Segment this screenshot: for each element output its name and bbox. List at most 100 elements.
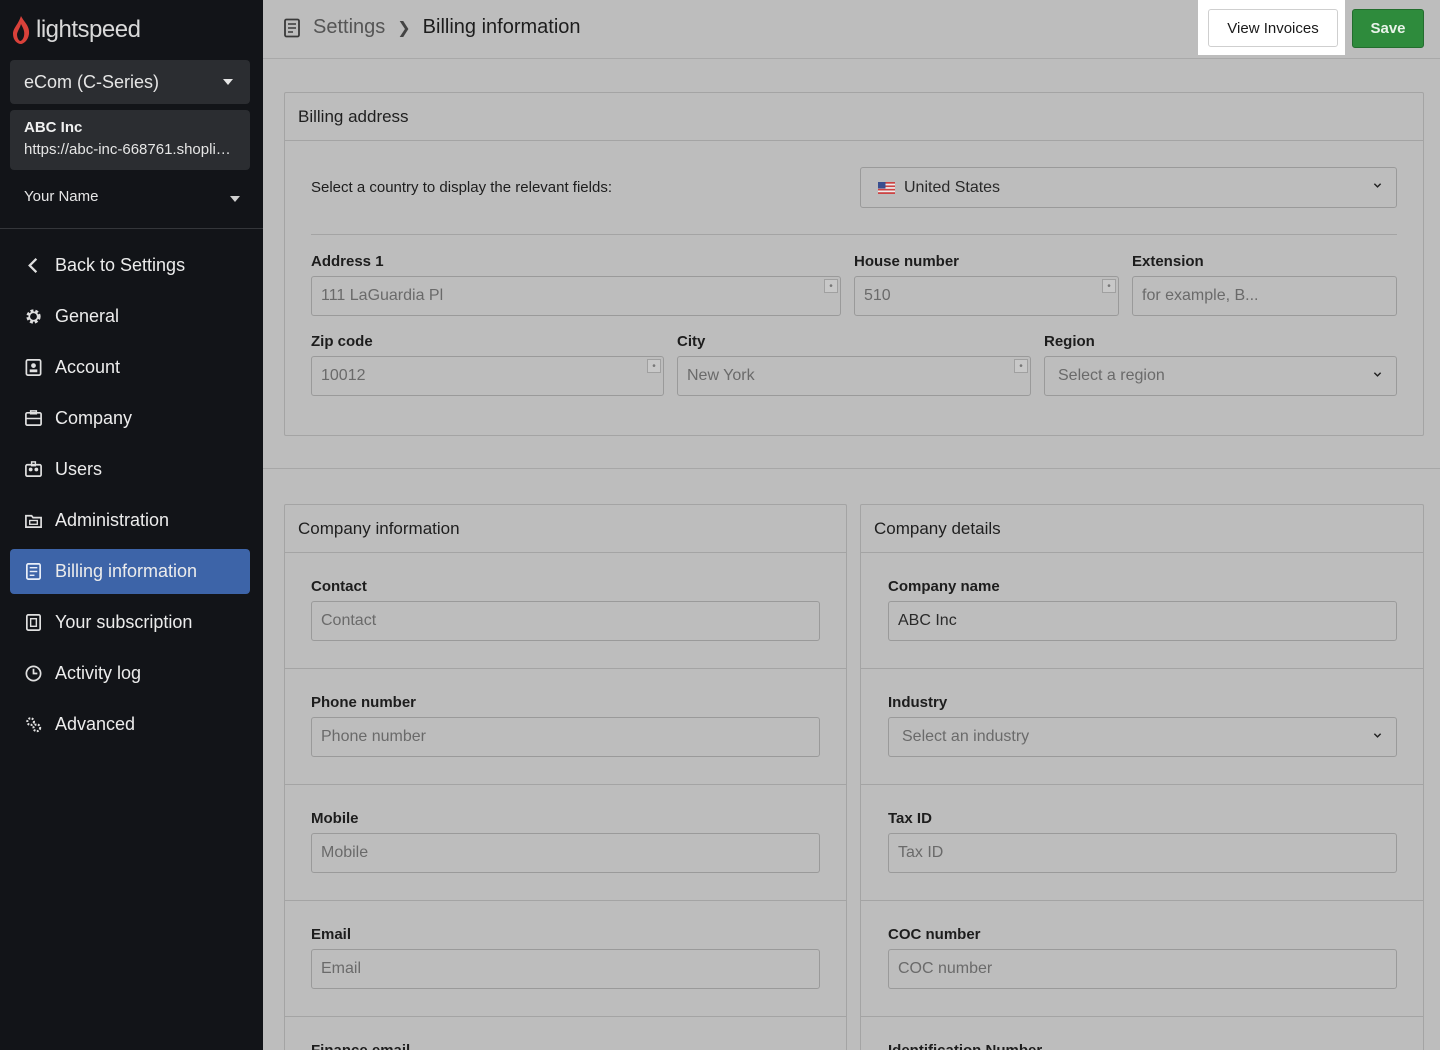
zip-code-input[interactable]: 10012 •: [311, 356, 664, 396]
coc-number-label: COC number: [888, 926, 981, 943]
sidebar-item-label: Billing information: [55, 561, 198, 581]
shop-name: ABC Inc: [24, 119, 83, 136]
save-button[interactable]: Save: [1352, 9, 1424, 48]
phone-input[interactable]: Phone number: [311, 717, 820, 757]
sidebar-item-advanced[interactable]: Advanced: [10, 702, 250, 747]
chevron-left-icon: [23, 256, 43, 276]
company-icon: [23, 409, 43, 429]
sidebar-item-billing-information[interactable]: Billing information: [10, 549, 250, 594]
email-input[interactable]: Email: [311, 949, 820, 989]
caret-down-icon: [230, 196, 240, 202]
panel-title: Company information: [285, 505, 846, 553]
company-details-panel: Company details Company name ABC Inc Ind…: [860, 504, 1424, 1050]
row-divider: [285, 784, 846, 785]
sidebar-item-label: Activity log: [55, 663, 142, 683]
billing-icon: [284, 18, 300, 37]
country-prompt: Select a country to display the relevant…: [311, 179, 612, 196]
panel-title: Billing address: [285, 93, 1423, 141]
city-input[interactable]: New York •: [677, 356, 1031, 396]
account-icon: [23, 358, 43, 378]
tax-id-placeholder: Tax ID: [898, 844, 944, 861]
sidebar-item-users[interactable]: Users: [10, 447, 250, 492]
mobile-placeholder: Mobile: [321, 844, 369, 861]
sidebar-item-label: Back to Settings: [55, 255, 186, 275]
city-placeholder: New York: [687, 367, 755, 384]
contact-placeholder: Contact: [321, 612, 377, 629]
tax-id-input[interactable]: Tax ID: [888, 833, 1397, 873]
section-separator: [263, 468, 1440, 469]
sidebar-item-label: Administration: [55, 510, 170, 530]
sidebar-item-label: Your subscription: [55, 612, 193, 632]
mobile-input[interactable]: Mobile: [311, 833, 820, 873]
sidebar-divider: [0, 228, 263, 229]
contact-label: Contact: [311, 578, 367, 595]
us-flag-icon: [878, 181, 895, 194]
company-name-label: Company name: [888, 578, 1000, 595]
company-name-input[interactable]: ABC Inc: [888, 601, 1397, 641]
clock-icon: [23, 664, 43, 684]
shop-url[interactable]: https://abc-inc-668761.shoplightspeed.co…: [24, 141, 236, 158]
sidebar-item-your-subscription[interactable]: Your subscription: [10, 600, 250, 645]
tax-id-label: Tax ID: [888, 810, 932, 827]
address1-input[interactable]: 111 LaGuardia Pl •: [311, 276, 841, 316]
row-divider: [861, 784, 1423, 785]
user-name: Your Name: [24, 188, 99, 205]
region-select[interactable]: Select a region: [1044, 356, 1397, 396]
view-invoices-button[interactable]: View Invoices: [1208, 9, 1338, 47]
section-divider: [311, 234, 1397, 235]
region-label: Region: [1044, 333, 1095, 350]
chevron-down-icon: [1373, 733, 1382, 738]
coc-number-placeholder: COC number: [898, 960, 993, 977]
contact-input[interactable]: Contact: [311, 601, 820, 641]
autofill-icon: •: [1014, 359, 1028, 373]
finance-email-label: Finance email: [311, 1042, 410, 1050]
autofill-icon: •: [1102, 279, 1116, 293]
caret-down-icon: [223, 79, 233, 85]
settings-nav: Back to Settings General Account Company…: [10, 243, 250, 753]
sidebar-item-back-to-settings[interactable]: Back to Settings: [10, 243, 250, 288]
extension-input[interactable]: for example, B...: [1132, 276, 1397, 316]
breadcrumb: Settings ❯ Billing information: [283, 16, 581, 39]
address1-placeholder: 111 LaGuardia Pl: [321, 287, 444, 304]
lightspeed-logo[interactable]: lightspeed: [10, 14, 141, 46]
row-divider: [285, 668, 846, 669]
house-number-label: House number: [854, 253, 960, 270]
gear-icon: [23, 307, 43, 327]
advanced-gears-icon: [23, 715, 43, 735]
chevron-down-icon: [1373, 183, 1382, 188]
house-number-input[interactable]: 510 •: [854, 276, 1119, 316]
region-placeholder: Select a region: [1058, 367, 1165, 384]
sidebar-item-administration[interactable]: Administration: [10, 498, 250, 543]
billing-address-panel: Billing address Select a country to disp…: [284, 92, 1424, 436]
environment-label: eCom (C-Series): [24, 71, 160, 92]
sidebar-item-label: General: [55, 306, 120, 326]
country-select[interactable]: United States: [860, 167, 1397, 208]
users-icon: [23, 460, 43, 480]
sidebar: lightspeed eCom (C-Series) ABC Inc https…: [0, 0, 263, 1050]
sidebar-item-general[interactable]: General: [10, 294, 250, 339]
autofill-icon: •: [824, 279, 838, 293]
company-information-panel: Company information Contact Contact Phon…: [284, 504, 847, 1050]
shop-card[interactable]: ABC Inc https://abc-inc-668761.shoplight…: [10, 110, 250, 170]
extension-label: Extension: [1132, 253, 1204, 270]
user-menu[interactable]: Your Name: [24, 188, 242, 210]
page-header: Settings ❯ Billing information View Invo…: [263, 0, 1440, 59]
sidebar-item-account[interactable]: Account: [10, 345, 250, 390]
phone-label: Phone number: [311, 694, 417, 711]
coc-number-input[interactable]: COC number: [888, 949, 1397, 989]
industry-select[interactable]: Select an industry: [888, 717, 1397, 757]
subscription-icon: [23, 613, 43, 633]
house-number-placeholder: 510: [864, 287, 891, 304]
sidebar-item-activity-log[interactable]: Activity log: [10, 651, 250, 696]
row-divider: [285, 900, 846, 901]
administration-icon: [23, 511, 43, 531]
breadcrumb-settings-link[interactable]: Settings: [313, 16, 385, 39]
flame-logo-icon: [13, 16, 30, 44]
sidebar-item-company[interactable]: Company: [10, 396, 250, 441]
extension-placeholder: for example, B...: [1142, 287, 1259, 304]
row-divider: [861, 1016, 1423, 1017]
autofill-icon: •: [647, 359, 661, 373]
environment-select[interactable]: eCom (C-Series): [10, 60, 250, 104]
company-name-value: ABC Inc: [898, 612, 957, 629]
sidebar-item-label: Account: [55, 357, 121, 377]
